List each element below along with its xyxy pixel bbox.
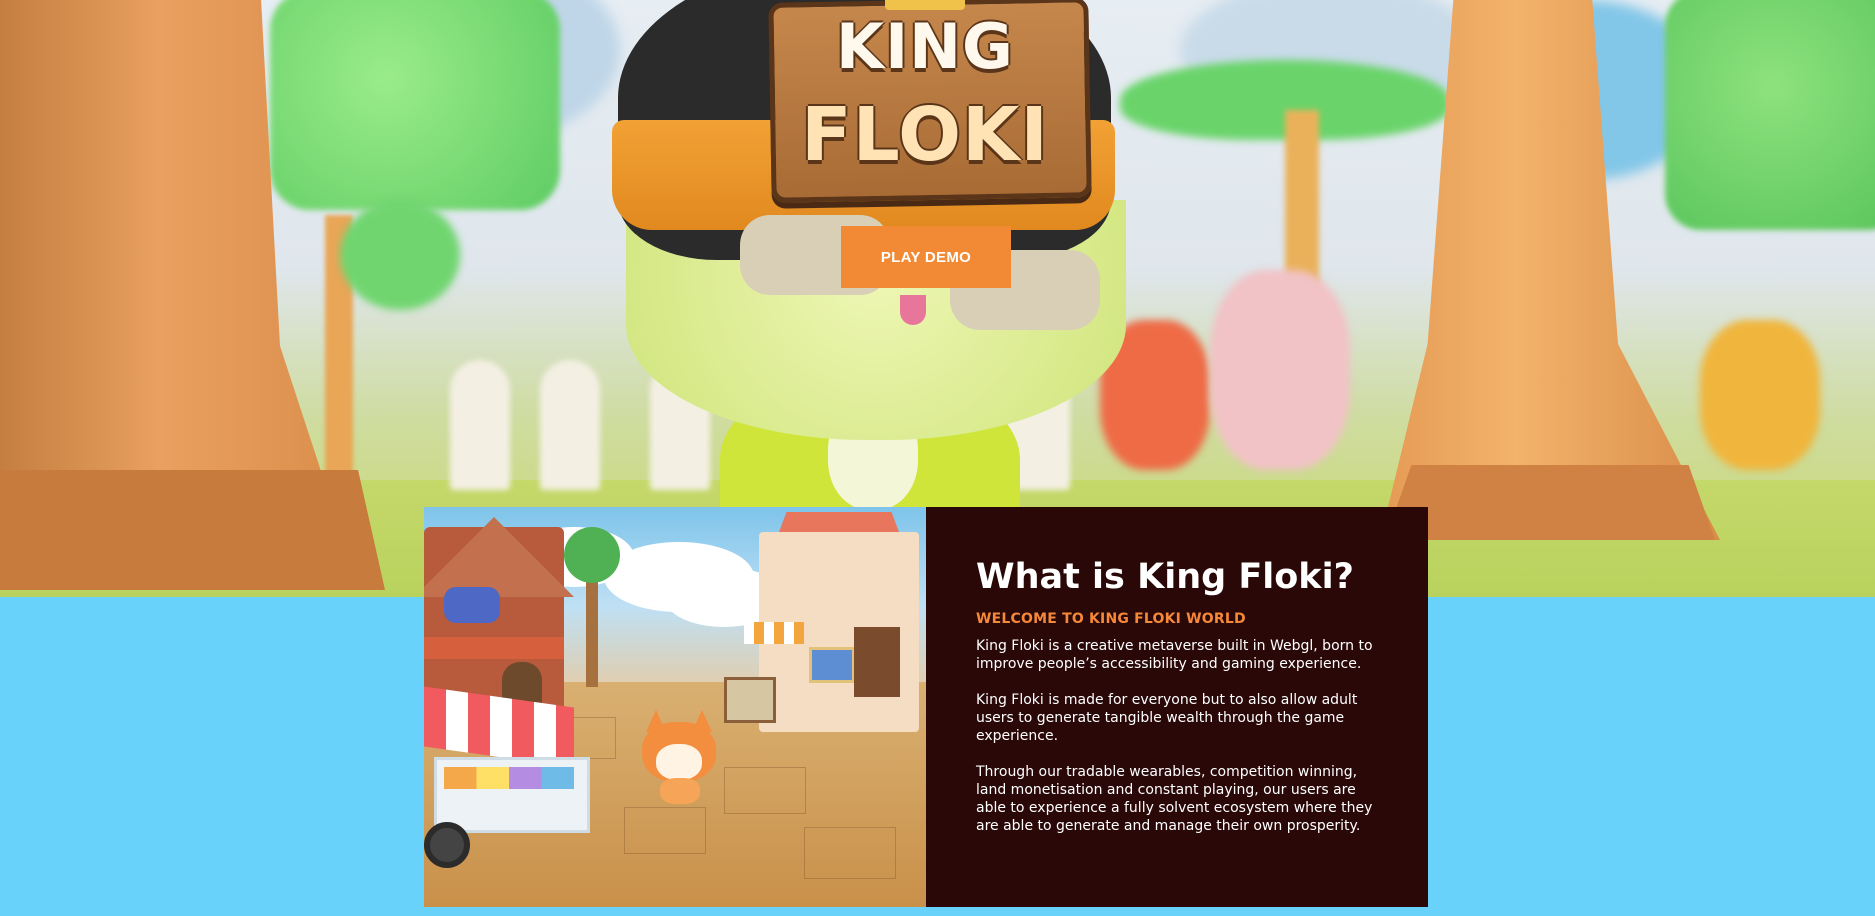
scene-tree-trunk (586, 577, 598, 687)
scene-tile (724, 767, 806, 814)
scene-tile (624, 807, 706, 854)
scene-door (854, 627, 900, 697)
game-scene-image (424, 507, 926, 907)
mail-icon (809, 647, 855, 683)
scene-tree (564, 527, 620, 583)
scene-stall-goods (444, 767, 574, 789)
about-paragraph: King Floki is a creative metaverse built… (976, 638, 1373, 672)
scene-market-stall (424, 686, 590, 837)
discord-icon (444, 587, 500, 623)
logo-text-floki: FLOKI (801, 92, 1049, 178)
about-paragraph: King Floki is made for everyone but to a… (976, 692, 1358, 744)
scene-awning (424, 637, 564, 659)
king-floki-logo: KING FLOKI (768, 0, 1092, 203)
play-demo-button[interactable]: PLAY DEMO (841, 226, 1011, 288)
mascot-tongue (900, 295, 926, 325)
background-tree-foliage (1665, 0, 1875, 230)
scene-signboard (724, 677, 776, 723)
about-title: What is King Floki? (976, 557, 1354, 597)
background-tree-foliage (270, 0, 560, 210)
scene-shop-awning (744, 622, 804, 644)
about-text-panel: What is King Floki? WELCOME TO KING FLOK… (926, 507, 1428, 907)
scene-tile (804, 827, 896, 879)
background-character (1210, 270, 1350, 470)
foreground-tree-trunk-base (0, 470, 385, 590)
background-fence-post (540, 360, 600, 490)
scene-cart-wheel (424, 822, 470, 868)
logo-text-king: KING (836, 10, 1014, 83)
floki-dog-character (642, 710, 716, 804)
background-character (1700, 320, 1820, 470)
crown-icon (885, 0, 965, 10)
about-paragraph: Through our tradable wearables, competit… (976, 764, 1373, 834)
dog-body (660, 778, 700, 804)
scene-roof (424, 517, 574, 597)
scene-stall-awning (424, 686, 574, 768)
scene-house (424, 517, 574, 722)
dog-face (656, 744, 702, 780)
background-fence-post (450, 360, 510, 490)
about-section: What is King Floki? WELCOME TO KING FLOK… (424, 507, 1428, 907)
foreground-tree-trunk-base (1385, 465, 1715, 540)
about-subtitle: WELCOME TO KING FLOKI WORLD (976, 611, 1246, 627)
background-tree-foliage (340, 200, 460, 310)
